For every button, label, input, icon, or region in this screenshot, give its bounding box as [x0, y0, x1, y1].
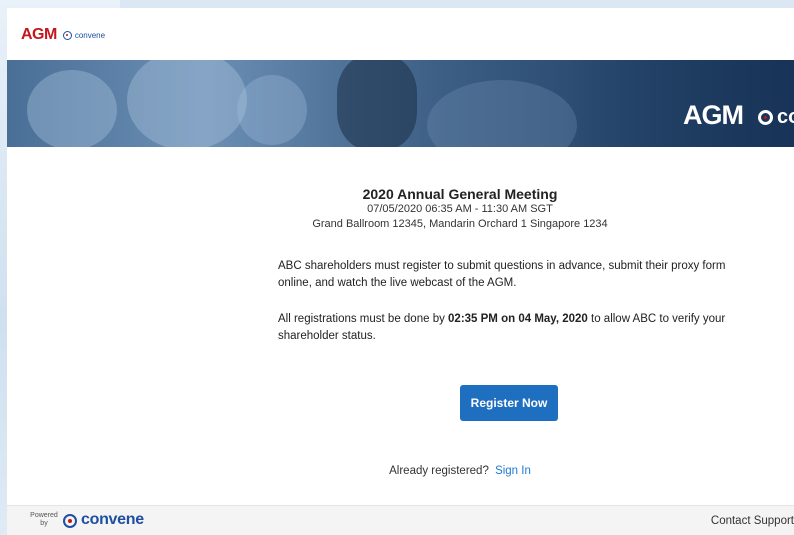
footer: Powered by convene Contact Support	[7, 505, 794, 535]
meeting-datetime: 07/05/2020 06:35 AM - 11:30 AM SGT	[367, 203, 553, 215]
top-bar: AGM convene	[7, 8, 794, 60]
already-registered-text: Already registered?	[389, 465, 489, 477]
meeting-venue: Grand Ballroom 12345, Mandarin Orchard 1…	[312, 218, 608, 230]
register-now-button[interactable]: Register Now	[460, 385, 558, 421]
sign-in-link[interactable]: Sign In	[495, 465, 531, 477]
banner-crowd-shape	[427, 80, 577, 147]
banner-crowd-shape	[237, 75, 307, 145]
banner-shade	[567, 60, 794, 147]
convene-logo-icon	[62, 30, 72, 40]
banner-crowd-shape	[127, 60, 247, 147]
banner-crowd-shape	[337, 60, 417, 147]
convene-footer-brand[interactable]: convene	[81, 511, 144, 529]
logo-agm-text: AGM	[21, 26, 57, 43]
banner-agm-text: AGM	[683, 100, 744, 130]
deadline-datetime: 02:35 PM on 04 May, 2020	[448, 313, 588, 325]
registration-deadline-paragraph: All registrations must be done by 02:35 …	[278, 311, 748, 345]
registration-card: AGM convene AGM co 2020 Annual General M…	[7, 8, 794, 535]
convene-footer-icon	[63, 514, 77, 528]
hero-banner: AGM co	[7, 60, 794, 147]
meeting-title: 2020 Annual General Meeting	[362, 186, 558, 202]
powered-by-text: Powered by	[30, 512, 58, 527]
registration-info-paragraph: ABC shareholders must register to submit…	[278, 260, 726, 289]
banner-convene-text: co	[777, 106, 794, 128]
banner-convene-icon	[758, 110, 773, 125]
banner-crowd-shape	[27, 70, 117, 147]
main-content: 2020 Annual General Meeting 07/05/2020 0…	[7, 147, 794, 505]
logo-convene-text: convene	[74, 30, 106, 40]
agm-convene-logo[interactable]: AGM convene	[21, 26, 105, 44]
contact-support-link[interactable]: Contact Support	[711, 515, 794, 527]
deadline-prefix: All registrations must be done by	[278, 313, 449, 325]
already-registered-line: Already registered? Sign In	[285, 465, 635, 477]
